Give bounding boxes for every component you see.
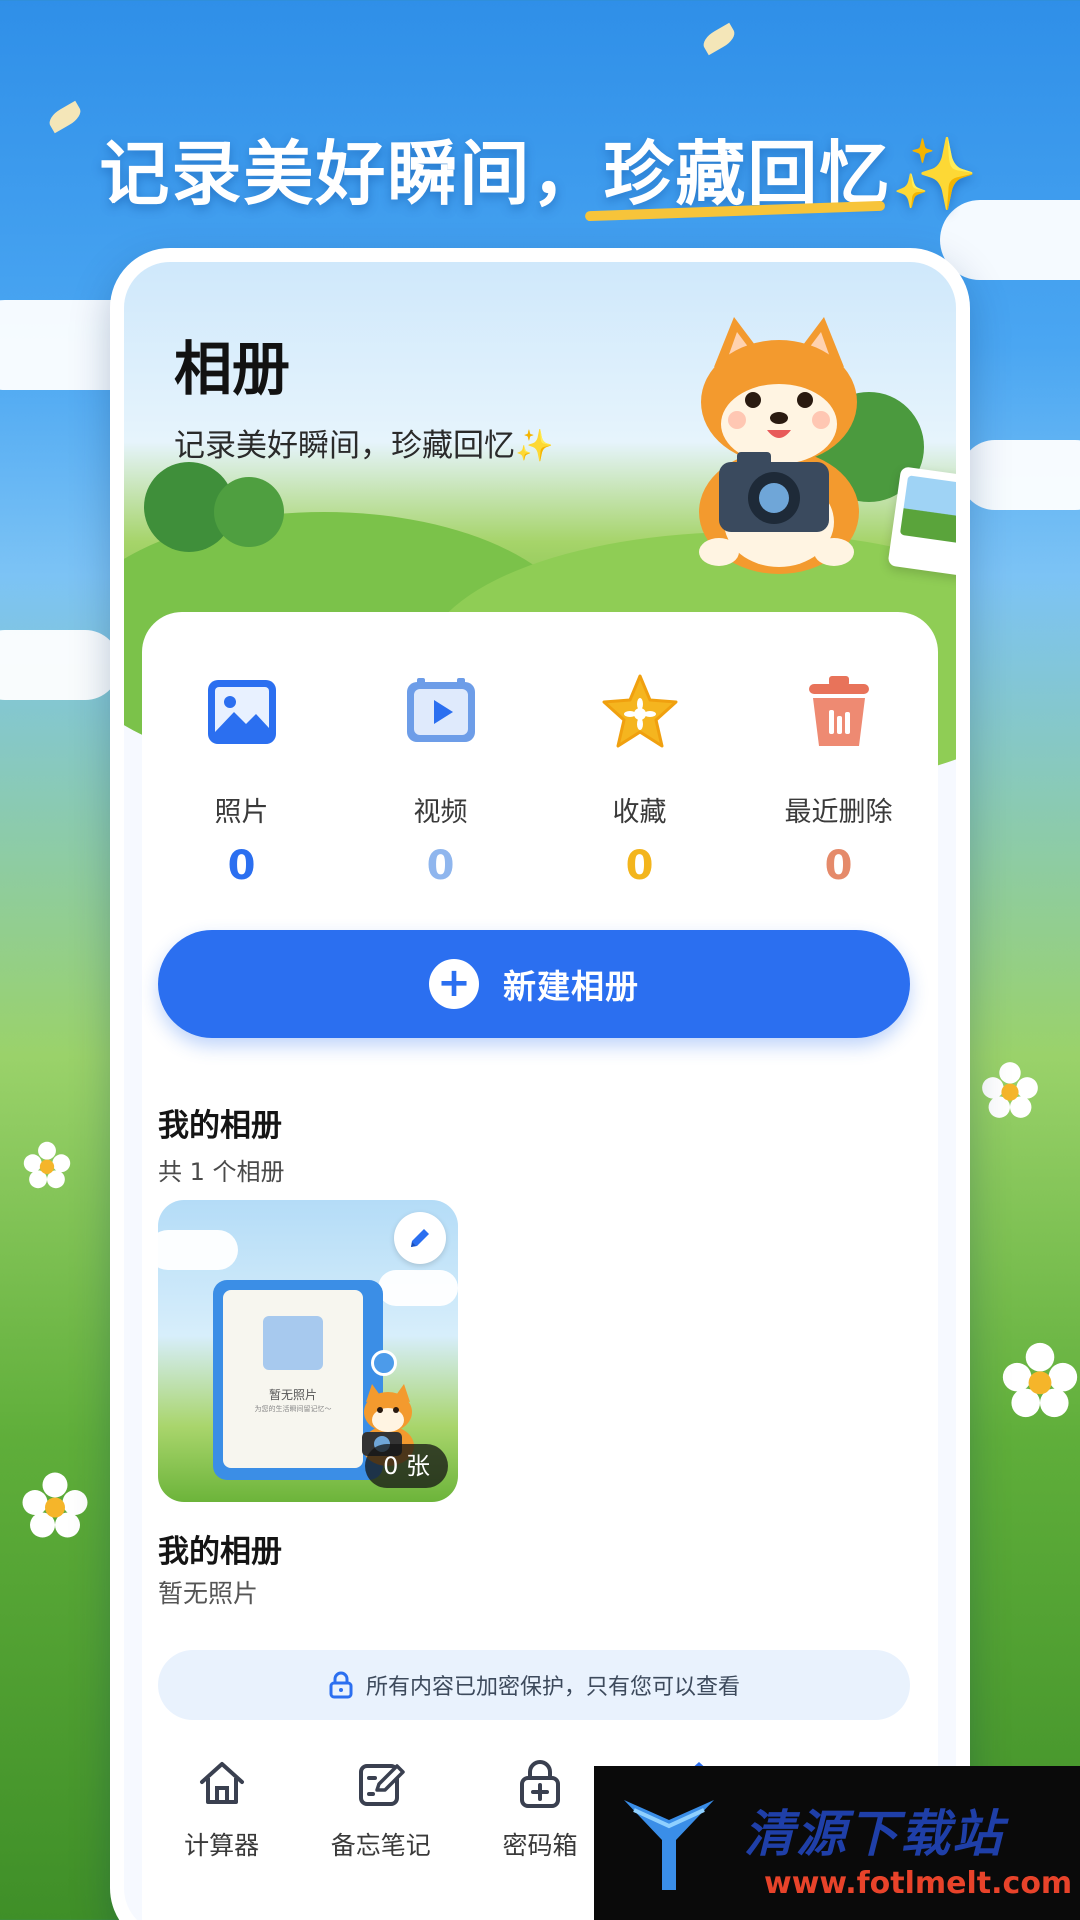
stat-photos[interactable]: 照片 0 [142,672,341,889]
cover-empty-text: 暂无照片 [268,1388,317,1402]
stat-recently-deleted[interactable]: 最近删除 0 [739,672,938,889]
stat-label: 最近删除 [784,797,893,828]
album-book-page: 暂无照片 为您的生活瞬间留记忆～ [223,1290,363,1468]
watermark-title: 清源下载站 [744,1805,1004,1863]
flower-decoration [23,1141,71,1189]
stat-count: 0 [625,843,654,889]
tree [214,477,284,547]
lock-box-icon [520,1760,560,1808]
home-icon [199,1762,244,1804]
main-content: 照片 0 视频 0 收藏 0 最近删除 0 + 新建相册 我的相册 共 1 个相… [142,612,938,1920]
cloud [960,440,1080,510]
phone-frame: 相册 记录美好瞬间，珍藏回忆✨ 照片 0 视频 0 收藏 0 最近删除 0 + … [110,248,970,1920]
security-notice-text: 所有内容已加密保护，只有您可以查看 [365,1675,740,1700]
page-title: 相册 [174,335,291,403]
stat-label: 照片 [214,797,269,828]
watermark-url: www.fotlmelt.com [764,1866,1073,1901]
stat-label: 收藏 [612,797,667,828]
nav-label: 备忘笔记 [330,1831,431,1860]
nav-item-notes[interactable]: 备忘笔记 [301,1742,460,1872]
promo-headline: 记录美好瞬间，珍藏回忆✨ [0,118,1080,219]
edit-album-button[interactable] [394,1212,446,1264]
image-placeholder-icon [263,1316,323,1370]
security-notice: 所有内容已加密保护，只有您可以查看 [158,1650,910,1720]
stat-count: 0 [426,843,455,889]
cloud [158,1230,238,1270]
album-count-text: 共 1 个相册 [158,1158,285,1186]
album-name[interactable]: 我的相册 [158,1526,282,1571]
cloud [0,630,120,700]
nav-item-calculator[interactable]: 计算器 [142,1742,301,1872]
star-icon [602,674,677,748]
sparkle-icon: ✨ [891,133,981,215]
stat-favorites[interactable]: 收藏 0 [540,672,739,889]
plus-icon: + [429,959,479,1009]
lock-icon [329,1671,353,1699]
flower-decoration [22,1472,88,1538]
corgi-mascot-icon [699,317,859,574]
stat-label: 视频 [413,797,468,828]
watermark-logo [624,1800,714,1890]
album-cover[interactable]: 暂无照片 为您的生活瞬间留记忆～ 0 张 [158,1200,458,1502]
pencil-icon [411,1229,429,1247]
leaf-decoration [699,22,739,56]
nav-label: 计算器 [184,1831,260,1860]
stat-count: 0 [824,843,853,889]
stats-row: 照片 0 视频 0 收藏 0 最近删除 0 [142,672,938,889]
new-album-label: 新建相册 [503,967,639,1006]
stat-count: 0 [227,843,256,889]
page-subtitle: 记录美好瞬间，珍藏回忆✨ [174,420,554,465]
album-description: 暂无照片 [158,1579,259,1608]
watermark: 清源下载站 www.fotlmelt.com [594,1766,1080,1920]
new-album-button[interactable]: + 新建相册 [158,930,910,1038]
hero-banner: 相册 记录美好瞬间，珍藏回忆✨ [124,262,956,792]
flower-decoration [1002,1342,1078,1418]
trash-icon [808,676,869,746]
stat-videos[interactable]: 视频 0 [341,672,540,889]
page-subtitle-text: 记录美好瞬间，珍藏回忆 [174,428,515,464]
video-icon [406,678,475,742]
section-title: 我的相册 [158,1108,282,1144]
sparkle-icon: ✨ [515,428,554,464]
note-edit-icon [358,1764,405,1806]
cover-empty-subtext: 为您的生活瞬间留记忆～ [254,1405,332,1413]
cloud [378,1270,458,1306]
flower-decoration [982,1062,1038,1118]
photo-icon [207,680,276,744]
promo-headline-text: 记录美好瞬间，珍藏回忆 [99,133,892,215]
photo-count-badge: 0 张 [365,1444,448,1488]
album-clasp [371,1350,397,1376]
photo-card-decoration [887,466,956,578]
